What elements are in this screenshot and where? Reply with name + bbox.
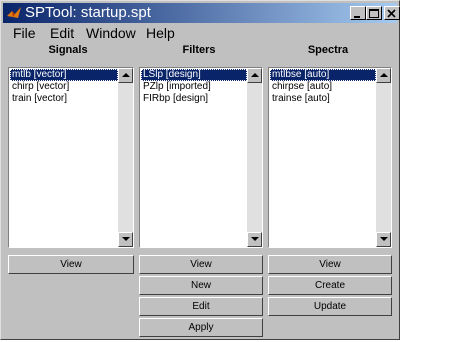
scroll-up-button[interactable]: [247, 68, 262, 83]
scroll-down-button[interactable]: [247, 232, 262, 247]
scroll-down-button[interactable]: [118, 232, 133, 247]
scroll-up-icon: [380, 73, 388, 77]
signals-item[interactable]: train [vector]: [10, 93, 118, 105]
spectra-label: Spectra: [307, 44, 349, 56]
minimize-icon: [354, 16, 360, 18]
spectra-create-button[interactable]: Create: [268, 276, 392, 295]
scroll-up-button[interactable]: [118, 68, 133, 83]
menu-file[interactable]: File: [13, 25, 36, 41]
scroll-down-icon: [380, 237, 388, 241]
sptool-window: SPTool: startup.spt File Edit Window Hel…: [0, 0, 400, 340]
signals-label: Signals: [48, 44, 88, 56]
title-bar[interactable]: SPTool: startup.spt: [3, 3, 400, 23]
scroll-up-button[interactable]: [376, 68, 391, 83]
close-icon: [387, 9, 396, 18]
menu-edit[interactable]: Edit: [50, 25, 74, 41]
menu-bar: File Edit Window Help: [3, 23, 397, 43]
window-title: SPTool: startup.spt: [25, 4, 151, 21]
spectra-view-button[interactable]: View: [268, 255, 392, 274]
scroll-up-icon: [122, 73, 130, 77]
signals-view-button[interactable]: View: [8, 255, 134, 274]
scroll-down-icon: [251, 237, 259, 241]
scroll-up-icon: [251, 73, 259, 77]
spectra-item[interactable]: trainse [auto]: [270, 93, 376, 105]
signals-listbox[interactable]: mtlb [vector] chirp [vector] train [vect…: [8, 67, 134, 248]
menu-help[interactable]: Help: [146, 25, 175, 41]
matlab-logo-icon: [7, 7, 21, 18]
signals-item[interactable]: mtlb [vector]: [10, 69, 118, 81]
signals-item[interactable]: chirp [vector]: [10, 81, 118, 93]
spectra-item[interactable]: mtlbse [auto]: [270, 69, 376, 81]
scroll-down-icon: [122, 237, 130, 241]
maximize-icon: [369, 9, 379, 18]
filters-item[interactable]: FIRbp [design]: [141, 93, 247, 105]
spectra-update-button[interactable]: Update: [268, 297, 392, 316]
spectra-item[interactable]: chirpse [auto]: [270, 81, 376, 93]
filters-apply-button[interactable]: Apply: [139, 318, 263, 337]
scroll-down-button[interactable]: [376, 232, 391, 247]
menu-window[interactable]: Window: [86, 25, 136, 41]
filters-new-button[interactable]: New: [139, 276, 263, 295]
spectra-scrollbar[interactable]: [376, 68, 391, 247]
filters-listbox[interactable]: LSlp [design] PZlp [imported] FIRbp [des…: [139, 67, 263, 248]
filters-item[interactable]: LSlp [design]: [141, 69, 247, 81]
close-button[interactable]: [384, 6, 400, 20]
signals-scrollbar[interactable]: [118, 68, 133, 247]
filters-view-button[interactable]: View: [139, 255, 263, 274]
minimize-button[interactable]: [350, 6, 366, 20]
filters-item[interactable]: PZlp [imported]: [141, 81, 247, 93]
spectra-listbox[interactable]: mtlbse [auto] chirpse [auto] trainse [au…: [268, 67, 392, 248]
filters-edit-button[interactable]: Edit: [139, 297, 263, 316]
filters-label: Filters: [182, 44, 216, 56]
filters-scrollbar[interactable]: [247, 68, 262, 247]
maximize-button[interactable]: [366, 6, 382, 20]
